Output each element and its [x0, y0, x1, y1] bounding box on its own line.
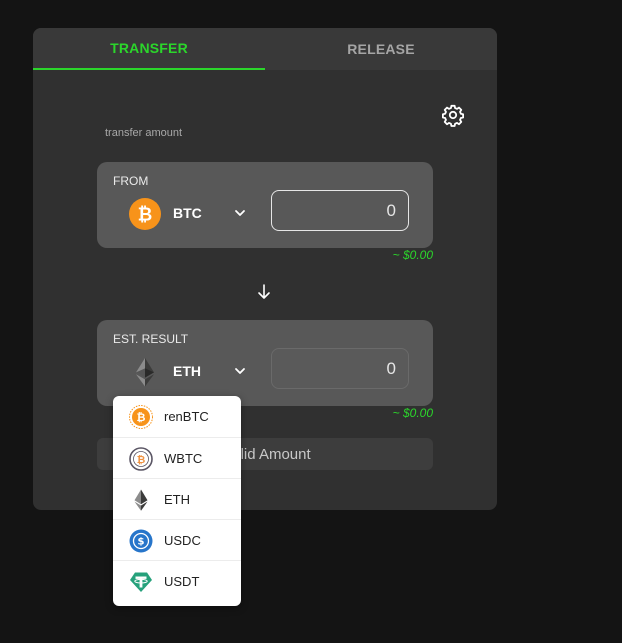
dropdown-item-eth[interactable]: ETH: [113, 478, 241, 519]
eth-icon: [136, 358, 154, 387]
dropdown-item-label: USDC: [164, 532, 201, 548]
result-label: EST. RESULT: [113, 332, 189, 346]
dropdown-item-label: renBTC: [164, 409, 209, 424]
dropdown-item-label: WBTC: [164, 450, 203, 466]
from-usd-value: ~ $0.00: [392, 248, 433, 262]
usdt-icon: [130, 572, 152, 592]
usdc-icon: $: [129, 529, 153, 553]
dropdown-item-usdt[interactable]: USDT: [113, 560, 241, 601]
dropdown-item-usdc[interactable]: $ USDC: [113, 519, 241, 560]
svg-text:₿: ₿: [137, 454, 146, 466]
svg-text:₿: ₿: [137, 411, 146, 424]
tab-bar: TRANSFER RELEASE: [33, 28, 497, 70]
from-label: FROM: [113, 174, 149, 188]
dropdown-item-wbtc[interactable]: ₿ WBTC: [113, 437, 241, 478]
from-amount-input[interactable]: 0: [271, 190, 409, 231]
arrow-down-icon[interactable]: [256, 283, 272, 301]
tab-release[interactable]: RELEASE: [265, 28, 497, 70]
renbtc-icon: ₿: [129, 405, 153, 429]
dropdown-item-label: USDT: [164, 573, 200, 589]
gear-icon[interactable]: [441, 103, 465, 127]
tab-transfer[interactable]: TRANSFER: [33, 28, 265, 70]
transfer-amount-hint: transfer amount: [105, 127, 183, 139]
token-dropdown: ₿ renBTC ₿ WBTC ETH $ USDC USDT: [113, 396, 241, 606]
btc-icon: ₿: [129, 198, 161, 230]
from-token-symbol[interactable]: BTC: [173, 205, 202, 221]
eth-icon: [134, 489, 148, 511]
wbtc-icon: ₿: [129, 447, 153, 471]
result-token-symbol[interactable]: ETH: [173, 363, 201, 379]
result-panel: EST. RESULT ETH 0: [97, 320, 433, 406]
svg-text:$: $: [138, 537, 145, 548]
result-amount-field: 0: [271, 348, 409, 389]
dropdown-item-label: ETH: [164, 491, 190, 507]
svg-text:₿: ₿: [138, 205, 153, 226]
chevron-down-icon[interactable]: [234, 207, 246, 219]
swap-card: TRANSFER RELEASE transfer amount FROM ₿ …: [33, 28, 497, 510]
from-panel: FROM ₿ BTC 0: [97, 162, 433, 248]
result-usd-value: ~ $0.00: [392, 406, 433, 420]
dropdown-item-renbtc[interactable]: ₿ renBTC: [113, 396, 241, 437]
chevron-down-icon[interactable]: [234, 365, 246, 377]
